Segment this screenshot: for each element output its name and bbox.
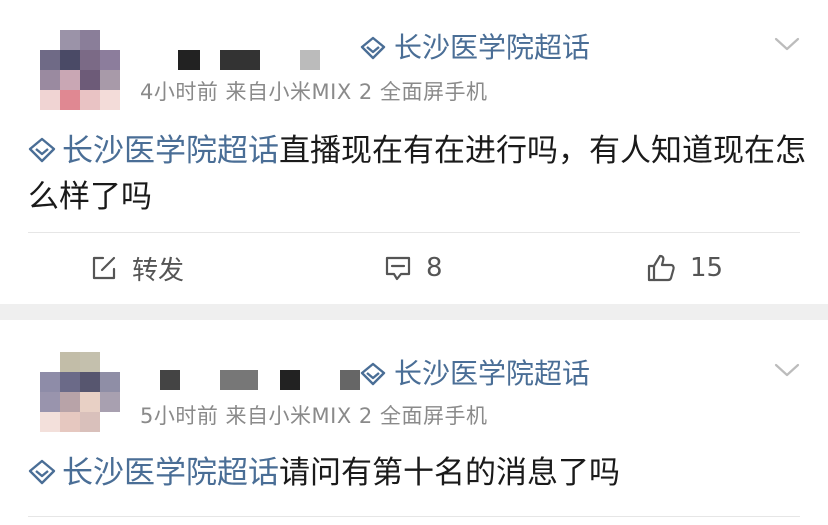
- topic-link[interactable]: 长沙医学院超话: [360, 30, 590, 66]
- diamond-icon: [360, 362, 386, 386]
- topic-label: 长沙医学院超话: [394, 357, 591, 390]
- like-count: 15: [690, 253, 724, 283]
- chevron-down-icon[interactable]: [774, 36, 800, 52]
- repost-label: 转发: [132, 255, 185, 286]
- topic-link[interactable]: 长沙医学院超话: [360, 356, 590, 392]
- content-topic-label: 长沙医学院超话: [62, 133, 279, 169]
- avatar[interactable]: [40, 30, 120, 110]
- share-icon: [92, 256, 116, 280]
- divider: [28, 516, 800, 517]
- diamond-icon: [360, 36, 386, 60]
- comment-icon: [385, 256, 411, 281]
- avatar[interactable]: [40, 352, 120, 432]
- content-topic-link[interactable]: 长沙医学院超话: [28, 455, 279, 491]
- post-meta: 4小时前 来自小米MIX 2 全面屏手机: [140, 80, 488, 104]
- comment-count: 8: [426, 253, 443, 283]
- username-redacted[interactable]: [178, 50, 328, 74]
- action-bar: 转发 8 15: [0, 238, 828, 298]
- topic-label: 长沙医学院超话: [394, 31, 591, 64]
- post-card[interactable]: 长沙医学院超话 4小时前 来自小米MIX 2 全面屏手机 长沙医学院超话直播现在…: [0, 0, 828, 304]
- diamond-icon: [28, 459, 56, 485]
- post-card[interactable]: 长沙医学院超话 5小时前 来自小米MIX 2 全面屏手机 长沙医学院超话请问有第…: [0, 320, 828, 525]
- post-content: 长沙医学院超话请问有第十名的消息了吗: [28, 450, 808, 496]
- divider: [28, 232, 800, 233]
- comment-button[interactable]: 8: [384, 238, 443, 298]
- post-meta: 5小时前 来自小米MIX 2 全面屏手机: [140, 404, 488, 428]
- post-content: 长沙医学院超话直播现在有在进行吗，有人知道现在怎么样了吗: [28, 128, 808, 220]
- like-button[interactable]: 15: [646, 238, 723, 298]
- content-topic-label: 长沙医学院超话: [62, 455, 279, 491]
- card-separator: [0, 304, 828, 320]
- diamond-icon: [28, 137, 56, 163]
- repost-button[interactable]: 转发: [90, 238, 184, 298]
- content-topic-link[interactable]: 长沙医学院超话: [28, 133, 279, 169]
- username-redacted[interactable]: [160, 370, 360, 394]
- thumbs-up-icon: [647, 254, 675, 282]
- chevron-down-icon[interactable]: [774, 362, 800, 378]
- content-text: 请问有第十名的消息了吗: [279, 455, 620, 491]
